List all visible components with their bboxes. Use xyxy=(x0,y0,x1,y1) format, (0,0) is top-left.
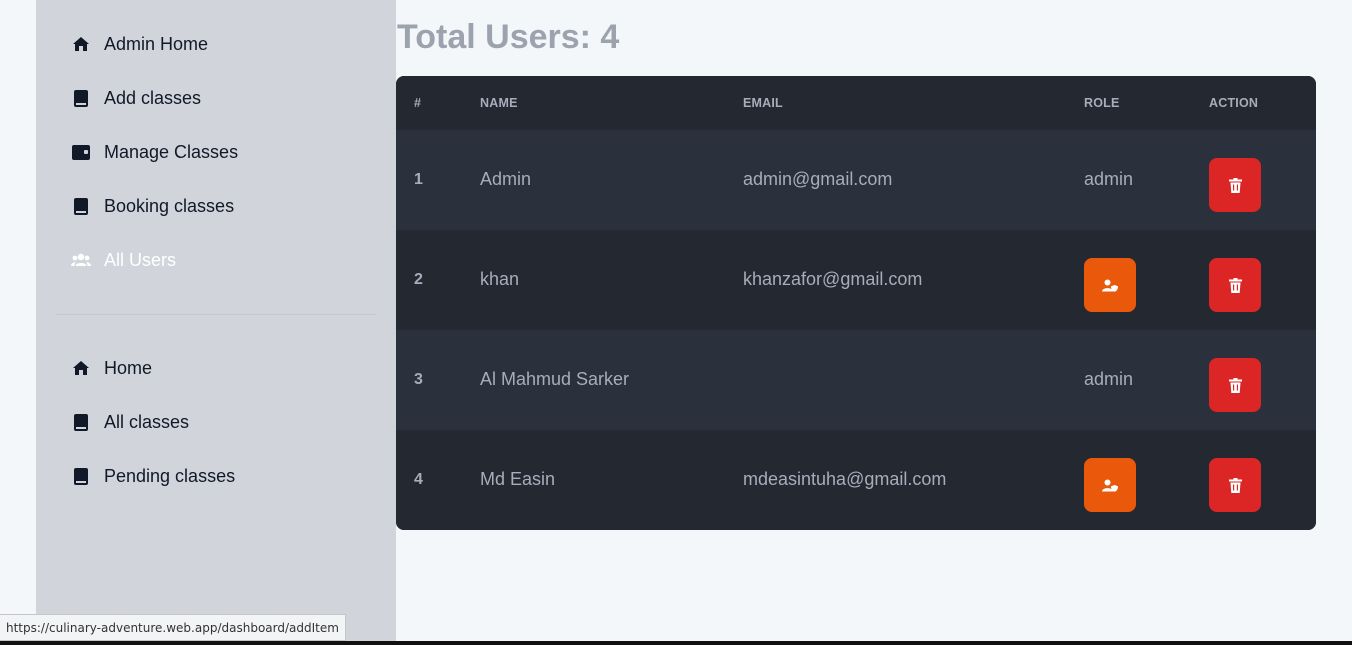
user-name: Al Mahmud Sarker xyxy=(480,369,630,389)
table-row: 1 Admin admin@gmail.com admin xyxy=(396,130,1316,230)
sidebar-item-label: All Users xyxy=(104,249,177,270)
page-title: Total Users: 4 xyxy=(397,18,620,56)
user-name: khan xyxy=(480,269,520,289)
link-preview-statusbar: https://culinary-adventure.web.app/dashb… xyxy=(0,614,346,641)
sidebar-item-label: Booking classes xyxy=(104,195,235,216)
trash-icon xyxy=(1228,177,1242,193)
user-name: Md Easin xyxy=(480,469,556,489)
column-header-email: EMAIL xyxy=(743,96,783,110)
row-number: 3 xyxy=(414,371,423,388)
sidebar-item-label: Home xyxy=(104,357,153,378)
sidebar-item-manage-classes[interactable]: Manage Classes xyxy=(71,138,238,166)
column-header-name: NAME xyxy=(480,96,518,110)
row-number: 1 xyxy=(414,171,423,188)
sidebar-item-label: Add classes xyxy=(104,87,202,108)
delete-user-button[interactable] xyxy=(1209,158,1261,212)
delete-user-button[interactable] xyxy=(1209,258,1261,312)
users-icon xyxy=(71,250,91,270)
wallet-icon xyxy=(71,142,91,162)
table-row: 3 Al Mahmud Sarker admin xyxy=(396,330,1316,430)
trash-icon xyxy=(1228,477,1242,493)
table-row: 2 khan khanzafor@gmail.com xyxy=(396,230,1316,330)
sidebar-item-booking-classes[interactable]: Booking classes xyxy=(71,192,234,220)
sidebar-item-label: Pending classes xyxy=(104,465,236,486)
sidebar-item-label: Admin Home xyxy=(104,33,209,54)
sidebar-item-pending-classes[interactable]: Pending classes xyxy=(71,462,235,490)
column-header-number: # xyxy=(414,96,422,110)
sidebar-item-all-users[interactable]: All Users xyxy=(71,246,176,274)
book-icon xyxy=(71,412,91,432)
sidebar: Admin Home Add classes Manage Classes Bo… xyxy=(36,0,396,641)
user-role: admin xyxy=(1084,369,1134,389)
user-role: admin xyxy=(1084,169,1134,189)
user-email: mdeasintuha@gmail.com xyxy=(743,469,947,489)
column-header-role: ROLE xyxy=(1084,96,1120,110)
table-row: 4 Md Easin mdeasintuha@gmail.com xyxy=(396,430,1316,530)
row-number: 4 xyxy=(414,471,423,488)
row-number: 2 xyxy=(414,271,423,288)
make-admin-button[interactable] xyxy=(1084,258,1136,312)
user-email: khanzafor@gmail.com xyxy=(743,269,923,289)
user-email: admin@gmail.com xyxy=(743,169,893,189)
users-table: # NAME EMAIL ROLE ACTION 1 Admin admin@g… xyxy=(396,76,1316,530)
sidebar-item-label: Manage Classes xyxy=(104,141,239,162)
sidebar-item-all-classes[interactable]: All classes xyxy=(71,408,189,436)
sidebar-divider xyxy=(56,314,376,315)
sidebar-item-home[interactable]: Home xyxy=(71,354,152,382)
book-icon xyxy=(71,466,91,486)
dashboard-page: Admin Home Add classes Manage Classes Bo… xyxy=(0,0,1352,645)
window-bottom-edge xyxy=(0,641,1352,645)
user-name: Admin xyxy=(480,169,532,189)
sidebar-item-label: All classes xyxy=(104,411,190,432)
column-header-action: ACTION xyxy=(1209,96,1259,110)
delete-user-button[interactable] xyxy=(1209,358,1261,412)
user-shield-icon xyxy=(1102,279,1118,292)
table-header: # NAME EMAIL ROLE ACTION xyxy=(396,76,1316,130)
book-icon xyxy=(71,196,91,216)
sidebar-item-admin-home[interactable]: Admin Home xyxy=(71,30,208,58)
delete-user-button[interactable] xyxy=(1209,458,1261,512)
trash-icon xyxy=(1228,377,1242,393)
make-admin-button[interactable] xyxy=(1084,458,1136,512)
home-icon xyxy=(71,358,91,378)
home-icon xyxy=(71,34,91,54)
trash-icon xyxy=(1228,277,1242,293)
sidebar-item-add-classes[interactable]: Add classes xyxy=(71,84,201,112)
user-shield-icon xyxy=(1102,479,1118,492)
book-icon xyxy=(71,88,91,108)
